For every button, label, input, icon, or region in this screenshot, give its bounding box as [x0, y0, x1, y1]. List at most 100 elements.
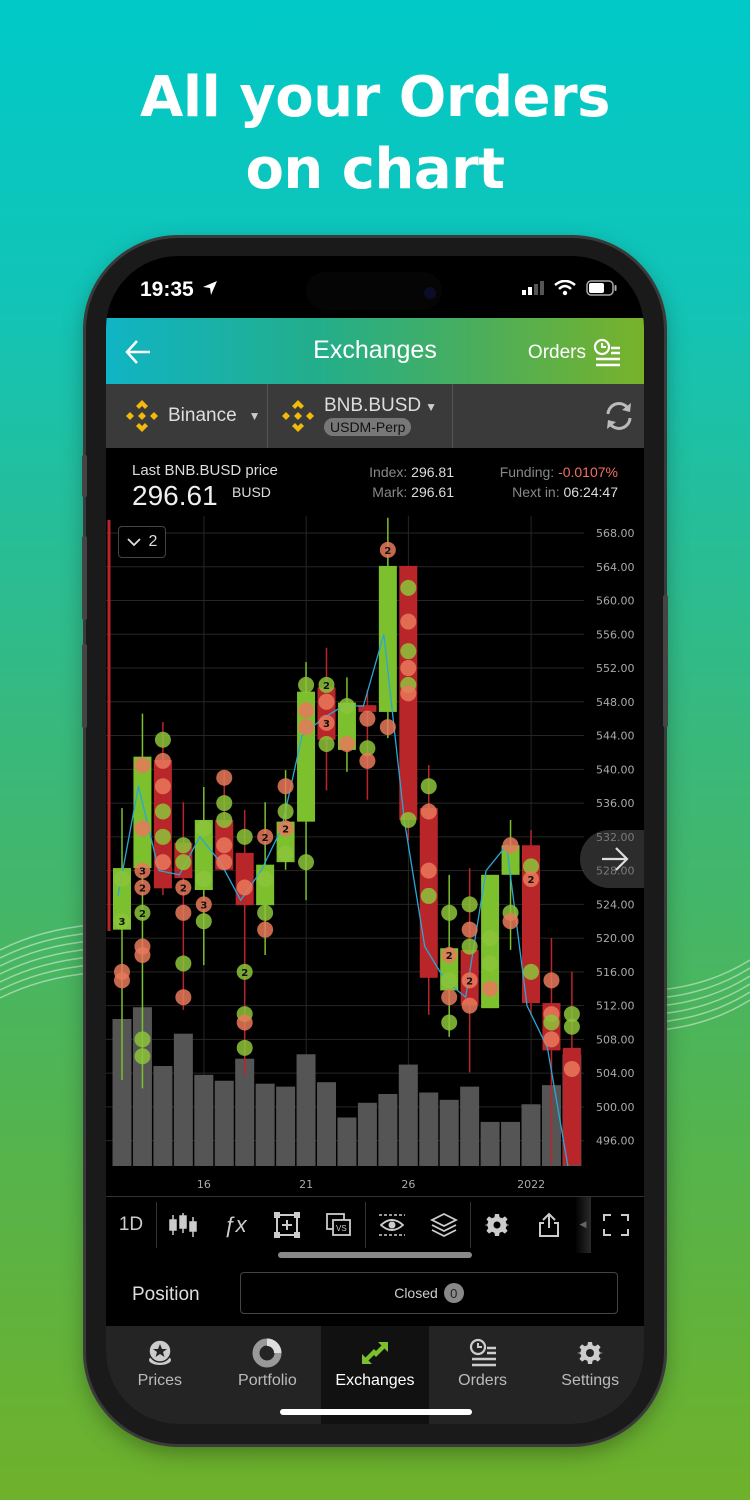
sell-order-marker [338, 736, 355, 752]
tab-prices[interactable]: Prices [106, 1326, 214, 1424]
exchange-dropdown[interactable]: Binance ▼ [106, 384, 268, 448]
series-toggle-button[interactable]: 2 [118, 526, 166, 558]
headline-line-1: All your Orders [140, 65, 610, 130]
sell-order-marker [400, 613, 417, 630]
sell-order-marker [216, 854, 233, 871]
chart-settings-button[interactable] [471, 1197, 523, 1253]
sell-order-marker [175, 989, 192, 1006]
toolbar-scrollbar[interactable] [278, 1252, 472, 1258]
y-tick-label: 504.00 [596, 1067, 635, 1080]
sell-order-marker [154, 778, 171, 795]
buy-order-marker [338, 698, 355, 715]
chart-type-button[interactable] [157, 1197, 209, 1253]
buy-order-marker [482, 955, 499, 972]
candlestick-chart[interactable]: 568.00 564.00 560.00 556.00 552.00 548.00 544.… [106, 516, 644, 1196]
buy-order-marker [563, 1018, 580, 1035]
sell-order-marker [441, 989, 458, 1006]
buy-order-marker [461, 938, 478, 955]
sell-order-marker [236, 1014, 253, 1031]
index-label: Index: [369, 464, 408, 480]
camera [424, 287, 436, 299]
tab-settings[interactable]: Settings [536, 1326, 644, 1424]
order-count-label: 2 [323, 681, 330, 692]
wifi-icon [554, 279, 576, 301]
x-tick-label: 2022 [517, 1178, 545, 1191]
visibility-button[interactable] [366, 1197, 418, 1253]
home-indicator [280, 1409, 472, 1415]
refresh-icon [606, 402, 632, 430]
buy-order-marker [114, 871, 130, 888]
sell-order-marker [114, 972, 130, 989]
buy-order-marker [523, 963, 539, 980]
indicators-button[interactable]: ƒx [209, 1197, 261, 1253]
app-screen: 19:35 Exchanges Orders Binance ▼ BNB.BUS… [106, 256, 644, 1424]
price-unit: BUSD [232, 484, 271, 500]
compare-button[interactable]: VS [313, 1197, 365, 1253]
mark-label: Mark: [372, 484, 408, 500]
order-count-label: 2 [384, 546, 391, 557]
volume-bar [357, 1102, 377, 1166]
binance-logo-icon [126, 400, 158, 432]
sell-order-marker [154, 752, 171, 769]
y-tick-label: 500.00 [596, 1101, 635, 1114]
y-tick-label: 524.00 [596, 898, 635, 911]
orders-button[interactable]: Orders [528, 338, 622, 368]
tab-label: Orders [458, 1372, 508, 1389]
buy-order-marker [441, 972, 458, 989]
y-tick-label: 496.00 [596, 1135, 635, 1148]
buy-order-marker [318, 736, 335, 752]
scroll-to-latest-button[interactable] [580, 830, 644, 888]
sell-order-marker [420, 803, 437, 820]
buy-order-marker [175, 955, 192, 972]
volume-bar [255, 1083, 275, 1166]
buy-order-marker [257, 871, 274, 888]
funding-label: Funding: [499, 464, 555, 480]
compare-vs-icon: VS [326, 1212, 351, 1236]
pair-name: BNB.BUSD [324, 394, 422, 416]
sell-order-marker [298, 702, 315, 719]
layers-button[interactable] [418, 1197, 470, 1253]
position-status-button[interactable]: Closed 0 [240, 1272, 618, 1314]
candle-body-up [133, 756, 152, 869]
sell-order-marker [461, 921, 478, 938]
chart-toolbar: 1D ƒx VS ◀ [106, 1196, 644, 1253]
y-tick-label: 540.00 [596, 763, 635, 776]
fx-icon: ƒx [223, 1211, 247, 1237]
y-tick-label: 548.00 [596, 696, 635, 709]
buy-order-marker [216, 811, 233, 828]
fullscreen-button[interactable] [591, 1197, 641, 1253]
interval-button[interactable]: 1D [106, 1197, 156, 1253]
buy-order-marker [461, 896, 478, 913]
y-tick-label: 520.00 [596, 932, 635, 945]
pair-dropdown[interactable]: BNB.BUSD ▼ USDM-Perp [268, 384, 453, 448]
tab-label: Portfolio [238, 1372, 297, 1389]
phone-volume-up-button [82, 536, 87, 620]
order-count-label: 2 [282, 824, 289, 835]
buy-order-marker [277, 803, 294, 820]
add-drawing-button[interactable] [261, 1197, 313, 1253]
buy-order-marker [420, 778, 437, 795]
phone-power-button [663, 595, 668, 727]
sell-order-marker [134, 757, 151, 774]
x-tick-label: 26 [401, 1178, 415, 1191]
buy-order-marker [134, 1048, 151, 1065]
buy-order-marker [154, 731, 171, 748]
share-button[interactable] [523, 1197, 575, 1253]
order-count-label: 2 [446, 951, 453, 962]
order-count-label: 2 [139, 883, 146, 894]
buy-order-marker [195, 871, 212, 888]
sell-order-marker [154, 854, 171, 871]
price-chart[interactable]: 568.00 564.00 560.00 556.00 552.00 548.00 544.… [106, 516, 644, 1196]
refresh-button[interactable] [453, 384, 644, 448]
sell-order-marker [175, 904, 192, 921]
sell-order-marker [400, 685, 417, 702]
x-tick-label: 16 [197, 1178, 211, 1191]
tab-label: Prices [137, 1372, 183, 1389]
buy-order-marker [216, 795, 233, 812]
volume-bar [419, 1092, 439, 1166]
headline-line-2: on chart [245, 137, 505, 202]
next-funding-countdown: 06:24:47 [563, 484, 619, 500]
position-status: Closed [394, 1285, 438, 1301]
volume-bar [460, 1086, 480, 1166]
phone-volume-down-button [82, 644, 87, 728]
